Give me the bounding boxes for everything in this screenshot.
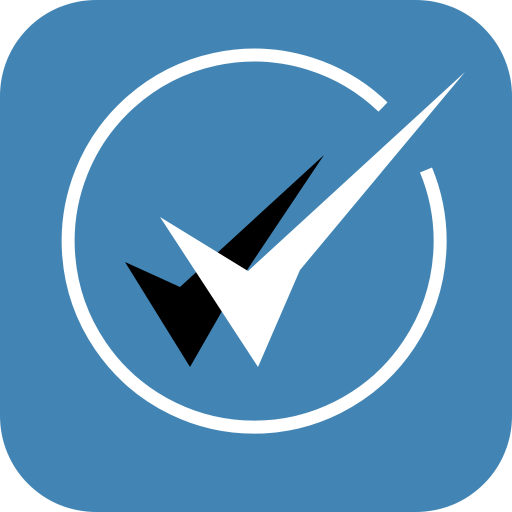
app-icon [0, 0, 512, 512]
double-checkmark-icon [0, 0, 512, 512]
